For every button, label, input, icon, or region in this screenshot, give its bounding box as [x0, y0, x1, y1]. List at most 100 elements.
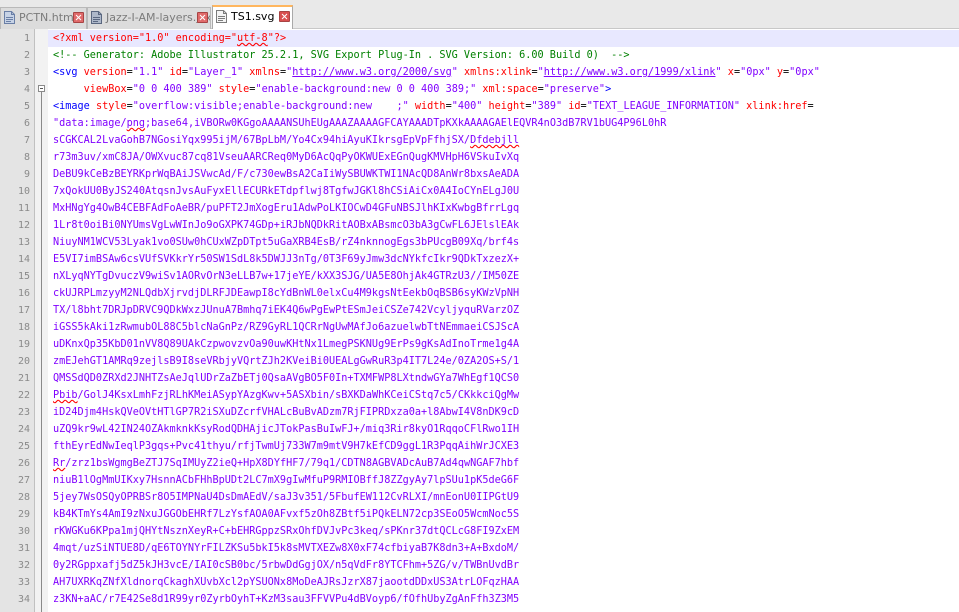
- html-file-icon: [4, 11, 15, 24]
- code-line[interactable]: <svg version="1.1" id="Layer_1" xmlns="h…: [48, 64, 959, 81]
- line-number: 8: [23, 152, 30, 163]
- code-line[interactable]: 7xQokUU0ByJS240AtqsnJvsAuFyxEllECURkETdp…: [48, 183, 959, 200]
- code-token: =: [807, 101, 814, 112]
- code-line-text: TX/l8bht7DRJpDRVC9QDkWxzJUnuA7Bmhq7iEK4Q…: [53, 302, 519, 319]
- code-token: 4mqt/uzSiNTUE8D/qE6TOYNYrFILZKSu5bkI5k8s…: [53, 543, 520, 554]
- code-line[interactable]: viewBox="0 0 400 389" style="enable-back…: [48, 81, 959, 98]
- code-line[interactable]: "data:image/png;base64,iVBORw0KGgoAAAANS…: [48, 115, 959, 132]
- code-line-text: uDKnxQp35KbD01nVV8Q89UAkCzpwovzvOa90uwKH…: [53, 336, 519, 353]
- code-line[interactable]: uZQ9kr9wL42IN24OZAkmknkKsyRodQDHAjicJTok…: [48, 421, 959, 438]
- code-line[interactable]: zmEJehGT1AMRq9zejlsB9I8seVRbjyVQrtZJh2KV…: [48, 353, 959, 370]
- code-line[interactable]: iD24Djm4HskQVeOVtHTlGP7R2iSXuDZcrfVHALcB…: [48, 404, 959, 421]
- code-line[interactable]: uDKnxQp35KbD01nVV8Q89UAkCzpwovzvOa90uwKH…: [48, 336, 959, 353]
- code-token: xlink:href: [740, 101, 808, 112]
- code-line-text: viewBox="0 0 400 389" style="enable-back…: [53, 81, 612, 98]
- code-line[interactable]: Rr/zrz1bsWgmgBeZTJ7SqIMUyZ2ieQ+HpX8DYfHF…: [48, 455, 959, 472]
- code-token: uZQ9kr9wL42IN24OZAkmknkKsyRodQDHAjicJTok…: [53, 424, 520, 435]
- code-line[interactable]: AH7UXRKqZNfXldnorqCkaghXUvbXcl2pYSUONx8M…: [48, 574, 959, 591]
- code-token: "0px": [789, 67, 820, 78]
- line-number: 31: [17, 543, 30, 554]
- code-token: AH7UXRKqZNfXldnorqCkaghXUvbXcl2pYSUONx8M…: [53, 577, 520, 588]
- code-line-text: 5jey7WsOSQyOPRBSr8O5IMPNaU4DsDmAEdV/saJ3…: [53, 489, 519, 506]
- code-line[interactable]: z3KN+aAC/r7E42Se8d1R99yr0ZyrbOyhT+KzM3sa…: [48, 591, 959, 608]
- code-token: "enable-background:new 0 0 400 389;": [255, 84, 477, 95]
- code-line-text: 7xQokUU0ByJS240AtqsnJvsAuFyxEllECURkETdp…: [53, 183, 519, 200]
- code-token: E5VI7imBSAw6csVUfSVKkrYr50SW1SdL8k5DWJJ3…: [53, 254, 520, 265]
- fold-guide-line: [41, 92, 42, 612]
- code-token: width: [408, 101, 446, 112]
- tab-0[interactable]: PCTN.html: [0, 7, 87, 29]
- code-line-text: uZQ9kr9wL42IN24OZAkmknkKsyRodQDHAjicJTok…: [53, 421, 519, 438]
- code-line[interactable]: QMSSdQD0ZRXd2JNHTZsAeJqlUDrZaZbETj0QsaAV…: [48, 370, 959, 387]
- line-number: 12: [17, 220, 30, 231]
- line-number: 15: [17, 271, 30, 282]
- line-number-gutter: 1 2 3 4 5 6 7 8 9 10 11 12 13 14 15 16 17 18 19 20 21 22 23 24 2…: [0, 29, 35, 612]
- line-number: 27: [17, 475, 30, 486]
- line-number: 9: [23, 169, 30, 180]
- code-token: Pbib/GolJ4KsxLmhFzjRLhKMeiASypYAzgKwv+5A…: [53, 390, 520, 401]
- tab-close-icon[interactable]: [73, 12, 84, 23]
- spellcheck-mark: utf-8: [237, 33, 268, 44]
- line-number: 21: [17, 373, 30, 384]
- code-line[interactable]: <?xml version="1.0" encoding="utf-8"?>: [48, 30, 959, 47]
- code-line-text: sCGKCAL2LvaGohB7NGosiYqx995ijM/67BpLbM/Y…: [53, 132, 519, 149]
- code-token: MxHNgYg4OwB4CEBFAdFoAeBR/puPFT2JmXogEru1…: [53, 203, 520, 214]
- code-token: nXLyqNYTgDvuczV9wiSv1AORvOrN3eLLB7w+17je…: [53, 271, 520, 282]
- code-area[interactable]: <?xml version="1.0" encoding="utf-8"?> <!…: [48, 29, 959, 612]
- code-line-text: <image style = "overflow:visible;enable-ba…: [53, 98, 814, 115]
- code-line[interactable]: <!-- Generator: Adobe Illustrator 25.2.1…: [48, 47, 959, 64]
- code-line[interactable]: kB4KTmYs4AmI9zNxuJGGObEHRf7LzYsfAOA0AFvx…: [48, 506, 959, 523]
- code-token: style: [95, 101, 127, 112]
- code-line-text: QMSSdQD0ZRXd2JNHTZsAeJqlUDrZaZbETj0QsaAV…: [53, 370, 519, 387]
- code-line[interactable]: rKWGKu6KPpa1mjQHYtNsznXeyR+C+bEHRGppzSRx…: [48, 523, 959, 540]
- code-token: ckUJRPLmzyyM2NLQdbXjrvdjDLRFJDEawpI8cYdB…: [53, 288, 520, 299]
- line-number: 20: [17, 356, 30, 367]
- line-number: 19: [17, 339, 30, 350]
- code-line[interactable]: ckUJRPLmzyyM2NLQdbXjrvdjDLRFJDEawpI8cYdB…: [48, 285, 959, 302]
- code-token: "overflow:visible;enable-background:new …: [132, 101, 409, 112]
- tab-2[interactable]: TS1.svg: [212, 5, 293, 29]
- code-line[interactable]: niuB1lOgMmUIKxy7HsnnACbFHhBpUDt2LC7mX9gI…: [48, 472, 959, 489]
- line-number: 25: [17, 441, 30, 452]
- code-token: iGSS5kAki1zRwmubOL88C5blcNaGnPz/RZ9GyRL1…: [53, 322, 520, 333]
- code-token: "1.1": [132, 67, 164, 78]
- code-line[interactable]: 5jey7WsOSQyOPRBSr8O5IMPNaU4DsDmAEdV/saJ3…: [48, 489, 959, 506]
- code-token: id: [562, 101, 581, 112]
- code-line-text: zmEJehGT1AMRq9zejlsB9I8seVRbjyVQrtZJh2KV…: [53, 353, 519, 370]
- code-line[interactable]: 1Lr8t0oiBi0NYUmsVgLwWInJo9oGXPK74GDp+iRJ…: [48, 217, 959, 234]
- code-token: z3KN+aAC/r7E42Se8d1R99yr0ZyrbOyhT+KzM3sa…: [53, 594, 520, 605]
- code-line[interactable]: iGSS5kAki1zRwmubOL88C5blcNaGnPz/RZ9GyRL1…: [48, 319, 959, 336]
- tab-1[interactable]: Jazz-I-AM-layers.jsx: [87, 7, 211, 29]
- tab-close-icon[interactable]: [279, 11, 290, 22]
- code-line[interactable]: E5VI7imBSAw6csVUfSVKkrYr50SW1SdL8k5DWJJ3…: [48, 251, 959, 268]
- code-token: zmEJehGT1AMRq9zejlsB9I8seVRbjyVQrtZJh2KV…: [53, 356, 520, 367]
- code-line[interactable]: sCGKCAL2LvaGohB7NGosiYqx995ijM/67BpLbM/Y…: [48, 132, 959, 149]
- code-line[interactable]: NiuyNM1WCV53Lyak1vo0SUw0hCUxWZpDTpt5uGaX…: [48, 234, 959, 251]
- code-line[interactable]: 0y2RGppxafj5dZ5kJH3vcE/IAI0cSB0bc/5rbwDd…: [48, 557, 959, 574]
- code-editor[interactable]: 1 2 3 4 5 6 7 8 9 10 11 12 13 14 15 16 17 18 19 20 21 22 23 24 2…: [0, 29, 959, 612]
- code-line[interactable]: r73m3uv/xmC8JA/OWXvuc87cq81VseuAARCReq0M…: [48, 149, 959, 166]
- fold-collapse-icon[interactable]: [38, 85, 45, 92]
- line-number: 1: [23, 33, 30, 44]
- code-line[interactable]: fthEyrEdNwIeqlP3gqs+Pvc41thyu/rfjTwmUj73…: [48, 438, 959, 455]
- line-number: 24: [17, 424, 30, 435]
- code-line[interactable]: Pbib/GolJ4KsxLmhFzjRLhKMeiASypYAzgKwv+5A…: [48, 387, 959, 404]
- code-token: TX/l8bht7DRJpDRVC9QDkWxzJUnuA7Bmhq7iEK4Q…: [53, 305, 520, 316]
- line-number: 23: [17, 407, 30, 418]
- line-number: 34: [17, 594, 30, 605]
- code-token: NiuyNM1WCV53Lyak1vo0SUw0hCUxWZpDTpt5uGaX…: [53, 237, 520, 248]
- code-token: "preserve": [543, 84, 606, 95]
- code-line-text: "data:image/png;base64,iVBORw0KGgoAAAANS…: [53, 115, 666, 132]
- line-number: 5: [23, 101, 30, 112]
- line-number: 11: [17, 203, 30, 214]
- tab-close-icon[interactable]: [197, 12, 208, 23]
- code-line[interactable]: 4mqt/uzSiNTUE8D/qE6TOYNYrFILZKSu5bkI5k8s…: [48, 540, 959, 557]
- code-line[interactable]: DeBU9kCeBzBEYRKprWqBAiJSVwcAd/F/c730ewBs…: [48, 166, 959, 183]
- code-line[interactable]: <image style = "overflow:visible;enable-ba…: [48, 98, 959, 115]
- code-line[interactable]: MxHNgYg4OwB4CEBFAdFoAeBR/puPFT2JmXogEru1…: [48, 200, 959, 217]
- line-number: 7: [23, 135, 30, 146]
- code-line[interactable]: TX/l8bht7DRJpDRVC9QDkWxzJUnuA7Bmhq7iEK4Q…: [48, 302, 959, 319]
- code-line[interactable]: nXLyqNYTgDvuczV9wiSv1AORvOrN3eLLB7w+17je…: [48, 268, 959, 285]
- code-line-text: AH7UXRKqZNfXldnorqCkaghXUvbXcl2pYSUONx8M…: [53, 574, 519, 591]
- code-line-text: <svg version="1.1" id="Layer_1" xmlns="h…: [53, 64, 820, 81]
